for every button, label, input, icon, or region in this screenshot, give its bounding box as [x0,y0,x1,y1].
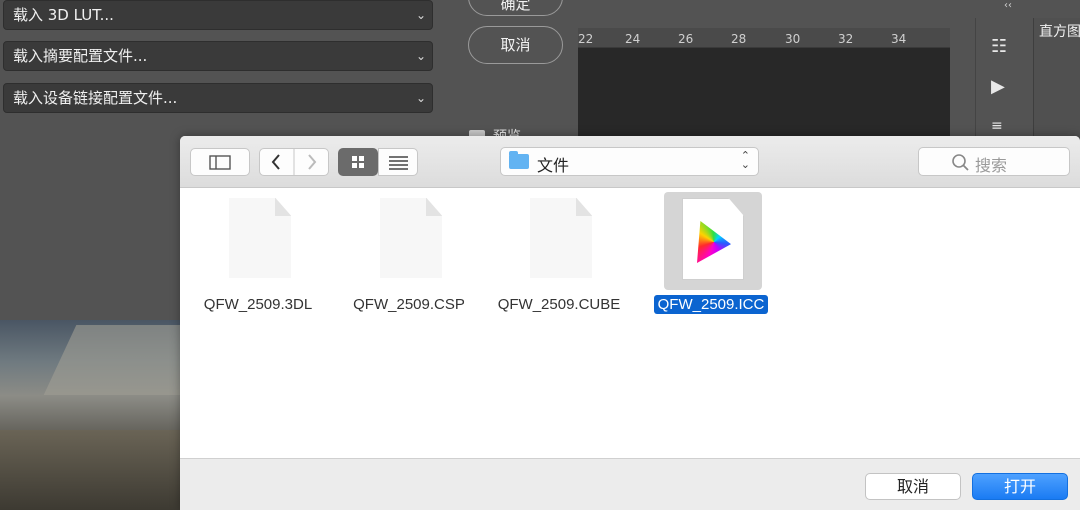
search-field[interactable]: 搜索 [918,147,1070,176]
search-placeholder: 搜索 [975,156,1008,175]
ruler-tick: 34 [891,32,907,46]
chevron-down-icon: ⌄ [415,8,426,22]
load-abstract-profile-select[interactable]: 载入摘要配置文件... ⌄ [3,41,433,71]
file-item-selected[interactable]: QFW_2509.ICC [636,192,786,318]
horizontal-ruler: 22 24 26 28 30 32 34 [578,28,950,48]
chevron-down-icon: ⌄ [415,49,426,63]
ruler-tick: 28 [731,32,747,46]
document-icon [380,198,442,278]
location-popup[interactable]: 文件 ⌃ ⌄ [500,147,759,176]
forward-icon [308,154,317,170]
file-item[interactable]: QFW_2509.3DL [183,198,333,318]
file-name: QFW_2509.3DL [203,296,313,313]
panel-tool-strip: ☷ ▶ ≡ [975,18,1031,138]
folder-icon [509,151,529,169]
list-view-button[interactable] [378,148,418,176]
ruler-tick: 24 [625,32,641,46]
collapse-panels-icon[interactable]: ‹‹ [1004,0,1012,11]
sidebar-toggle-button[interactable] [190,148,250,176]
file-name: QFW_2509.ICC [636,295,786,314]
ruler-tick: 22 [578,32,594,46]
back-icon[interactable] [260,149,328,175]
file-item[interactable]: QFW_2509.CSP [334,198,484,318]
open-file-dialog: 文件 ⌃ ⌄ 搜索 QFW_2509.3DL QFW_2509.CSP QFW_2… [180,136,1080,510]
file-name: QFW_2509.CUBE [497,296,621,313]
history-icon[interactable]: ☷ [991,36,1007,57]
location-label: 文件 [537,156,570,175]
preview-label: 预览 [493,126,521,136]
icon-view-button[interactable] [338,148,378,176]
document-icon [530,198,592,278]
load-device-link-select[interactable]: 载入设备链接配置文件... ⌄ [3,83,433,113]
ruler-tick: 32 [838,32,854,46]
file-item[interactable]: QFW_2509.CUBE [484,198,634,318]
open-button[interactable]: 打开 [972,473,1068,500]
select-label: 载入摘要配置文件... [13,47,148,65]
file-name: QFW_2509.CSP [353,296,465,313]
select-label: 载入 3D LUT... [13,6,114,24]
dialog-toolbar: 文件 ⌃ ⌄ 搜索 [180,136,1080,188]
back-forward-control[interactable] [259,148,329,176]
ruler-tick: 30 [785,32,801,46]
select-label: 载入设备链接配置文件... [13,89,178,107]
icc-profile-icon [682,198,744,280]
updown-chevron-icon: ⌃ ⌄ [740,149,750,171]
document-icon [229,198,291,278]
play-icon[interactable]: ▶ [991,76,1005,97]
ps-cancel-button[interactable]: 取消 [468,26,563,64]
ruler-tick: 26 [678,32,694,46]
document-photo [0,320,180,510]
color-gamut-icon [697,221,731,263]
ok-button[interactable]: 确定 [468,0,563,16]
list-icon [389,156,408,170]
chevron-down-icon: ⌄ [415,91,426,105]
cancel-button[interactable]: 取消 [865,473,961,500]
load-3d-lut-select[interactable]: 载入 3D LUT... ⌄ [3,0,433,30]
sidebar-icon [209,155,231,170]
grid-icon [352,156,364,168]
dialog-footer: 取消 打开 [180,458,1080,510]
search-icon [952,154,969,171]
adjust-icon[interactable]: ≡ [991,118,1003,134]
document-canvas [578,48,950,140]
histogram-panel-title[interactable]: 直方图 [1039,21,1080,41]
